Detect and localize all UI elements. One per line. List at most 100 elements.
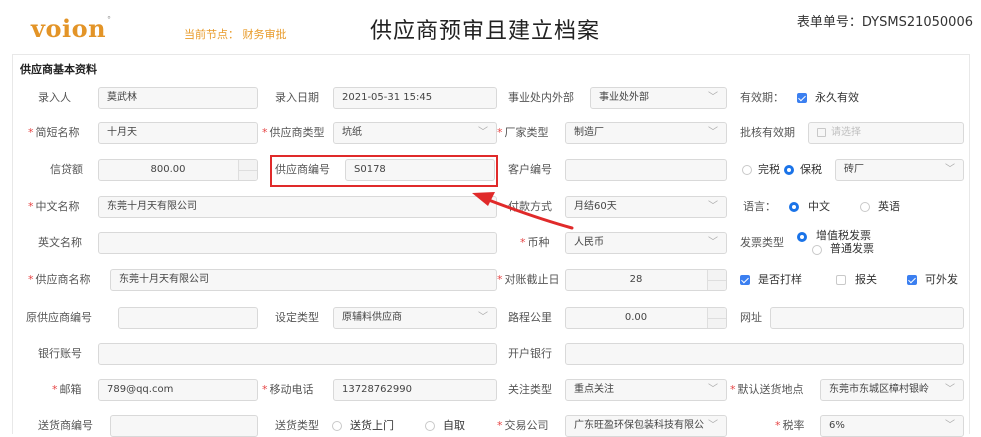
- delivery-door-radio[interactable]: [332, 421, 342, 431]
- chevron-down-icon: ﹀: [708, 420, 718, 431]
- division-label: 事业处内外部: [508, 91, 574, 104]
- required-mark: *: [497, 126, 503, 139]
- required-mark: *: [262, 126, 268, 139]
- number-stepper[interactable]: [707, 270, 726, 290]
- chevron-down-icon: ﹀: [945, 420, 955, 431]
- invoice-type-label: 发票类型: [740, 236, 784, 249]
- export-checkbox[interactable]: [907, 275, 917, 285]
- attention-label: 关注类型: [508, 383, 552, 396]
- chevron-down-icon: ﹀: [478, 312, 488, 323]
- customer-code-field[interactable]: [565, 159, 727, 181]
- required-mark: *: [28, 200, 34, 213]
- required-mark: *: [262, 383, 268, 396]
- chevron-down-icon: ﹀: [945, 384, 955, 395]
- distance-field[interactable]: 0.00: [565, 307, 727, 329]
- credit-label: 信贷额: [50, 163, 83, 176]
- factory-type-select[interactable]: 制造厂 ﹀: [565, 122, 727, 144]
- credit-field[interactable]: 800.00: [98, 159, 258, 181]
- permanent-validity-checkbox[interactable]: [797, 93, 807, 103]
- cutoff-label: * 对账截止日: [497, 273, 560, 286]
- entry-date-field[interactable]: 2021-05-31 15:45: [333, 87, 497, 109]
- validity-label: 有效期：: [740, 91, 784, 104]
- orig-code-field[interactable]: [118, 307, 258, 329]
- entered-by-label: 录入人: [38, 91, 71, 104]
- form-number: 表单单号：DYSMS21050006: [796, 15, 973, 30]
- set-type-select[interactable]: 原辅料供应商 ﹀: [333, 307, 497, 329]
- tax-paid-radio[interactable]: [742, 165, 752, 175]
- number-stepper[interactable]: [707, 308, 726, 328]
- mobile-label: * 移动电话: [262, 383, 314, 396]
- entered-by-field[interactable]: 莫武林: [98, 87, 258, 109]
- lang-en-radio[interactable]: [860, 202, 870, 212]
- tax-paid-option: 完税: [758, 163, 780, 176]
- mobile-field[interactable]: 13728762990: [333, 379, 497, 401]
- en-name-field[interactable]: [98, 232, 497, 254]
- customer-code-label: 客户编号: [508, 163, 552, 176]
- supplier-type-select[interactable]: 坑纸 ﹀: [333, 122, 497, 144]
- chevron-down-icon: ﹀: [708, 127, 718, 138]
- attention-select[interactable]: 重点关注 ﹀: [565, 379, 727, 401]
- cutoff-field[interactable]: 28: [565, 269, 727, 291]
- lang-cn-radio[interactable]: [789, 202, 799, 212]
- header-bar: voion° 当前节点： 财务审批 供应商预审且建立档案 表单单号：DYSMS2…: [0, 0, 981, 52]
- short-name-field[interactable]: 十月天: [98, 122, 258, 144]
- distance-label: 路程公里: [508, 311, 552, 324]
- calendar-icon: [817, 128, 826, 137]
- bank-account-field[interactable]: [98, 343, 497, 365]
- supplier-type-label: * 供应商类型: [262, 126, 325, 139]
- bonded-option: 保税: [800, 163, 822, 176]
- lang-en-option: 英语: [878, 200, 900, 213]
- set-type-label: 设定类型: [275, 311, 319, 324]
- website-label: 网址: [740, 311, 762, 324]
- invoice-vat-radio[interactable]: [797, 232, 807, 242]
- supplier-name-field[interactable]: 东莞十月天有限公司: [110, 269, 497, 291]
- section-title: 供应商基本资料: [20, 63, 97, 76]
- sample-checkbox[interactable]: [740, 275, 750, 285]
- approval-validity-picker[interactable]: 请选择: [808, 122, 964, 144]
- website-field[interactable]: [770, 307, 964, 329]
- required-mark: *: [497, 273, 503, 286]
- delivery-place-select[interactable]: 东莞市东城区樟村银岭 ﹀: [820, 379, 964, 401]
- required-mark: *: [28, 273, 34, 286]
- customs-option: 报关: [855, 273, 877, 286]
- orig-code-label: 原供应商编号: [26, 311, 92, 324]
- language-label: 语言：: [743, 200, 776, 213]
- en-name-label: 英文名称: [38, 236, 82, 249]
- currency-select[interactable]: 人民币 ﹀: [565, 232, 727, 254]
- approval-validity-label: 批核有效期: [740, 126, 795, 139]
- required-mark: *: [497, 419, 503, 432]
- factory-kind-select[interactable]: 砖厂 ﹀: [835, 159, 964, 181]
- currency-label: * 币种: [520, 236, 550, 249]
- supplier-code-highlight: [270, 155, 498, 187]
- chevron-down-icon: ﹀: [708, 384, 718, 395]
- required-mark: *: [520, 236, 526, 249]
- chevron-down-icon: ﹀: [708, 237, 718, 248]
- self-pickup-radio[interactable]: [425, 421, 435, 431]
- voion-logo: voion°: [31, 14, 112, 43]
- chevron-down-icon: ﹀: [708, 201, 718, 212]
- cn-name-label: * 中文名称: [28, 200, 80, 213]
- division-select[interactable]: 事业处外部 ﹀: [590, 87, 727, 109]
- short-name-label: * 简短名称: [28, 126, 80, 139]
- required-mark: *: [28, 126, 34, 139]
- sample-option: 是否打样: [758, 273, 802, 286]
- number-stepper[interactable]: [238, 160, 257, 180]
- permanent-validity-option: 永久有效: [815, 91, 859, 104]
- factory-type-label: * 厂家类型: [497, 126, 549, 139]
- entry-date-label: 录入日期: [275, 91, 319, 104]
- chevron-down-icon: ﹀: [708, 92, 718, 103]
- email-label: * 邮箱: [52, 383, 82, 396]
- bank-label: 开户银行: [508, 347, 552, 360]
- bank-field[interactable]: [565, 343, 964, 365]
- current-node: 当前节点： 财务审批: [184, 28, 287, 41]
- chevron-down-icon: ﹀: [478, 127, 488, 138]
- page-title: 供应商预审且建立档案: [370, 19, 601, 44]
- customs-checkbox[interactable]: [836, 275, 846, 285]
- bonded-radio[interactable]: [784, 165, 794, 175]
- invoice-normal-radio[interactable]: [812, 245, 822, 255]
- required-mark: *: [775, 419, 781, 432]
- lang-cn-option: 中文: [808, 200, 830, 213]
- cn-name-field[interactable]: 东莞十月天有限公司: [98, 196, 497, 218]
- payment-select[interactable]: 月结60天 ﹀: [565, 196, 727, 218]
- email-field[interactable]: 789@qq.com: [98, 379, 258, 401]
